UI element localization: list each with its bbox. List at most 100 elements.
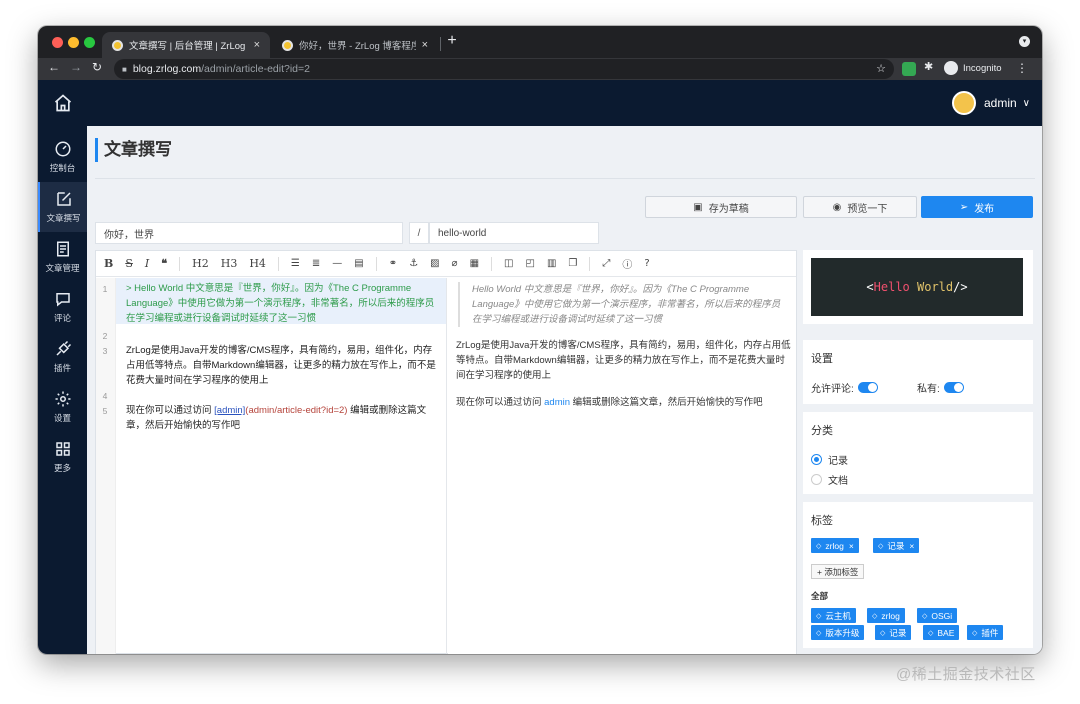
user-menu[interactable]: admin ∨: [951, 91, 1030, 115]
quote-button[interactable]: ❝: [161, 257, 167, 270]
tab-close-icon[interactable]: ×: [422, 39, 428, 51]
attachment-icon[interactable]: ⌀: [452, 258, 458, 269]
bold-button[interactable]: B: [104, 257, 113, 270]
line-number: 3: [102, 346, 108, 356]
category-title: 分类: [811, 425, 833, 437]
sidebar-item-write[interactable]: 文章撰写: [38, 182, 87, 232]
line-number: 4: [102, 391, 108, 401]
table-icon[interactable]: ▥: [547, 258, 556, 269]
available-tag[interactable]: ◇ 云主机: [811, 608, 856, 623]
selected-tag[interactable]: ◇ zrlog ×: [811, 538, 859, 553]
private-toggle[interactable]: [943, 382, 964, 393]
code-file-icon[interactable]: ◫: [504, 258, 513, 269]
sidebar-item-plugins[interactable]: 插件: [38, 332, 87, 382]
watermark: @稀土掘金技术社区: [896, 666, 1036, 683]
page-title: 文章撰写: [95, 138, 172, 162]
reload-icon[interactable]: ↻: [92, 60, 102, 74]
horizontal-rule-icon[interactable]: —: [332, 258, 342, 269]
anchor-icon[interactable]: ⚓: [409, 258, 418, 269]
sidebar-item-articles[interactable]: 文章管理: [38, 232, 87, 282]
remove-tag-icon[interactable]: ×: [849, 541, 854, 551]
preview-paragraph: 现在你可以通过访问 admin 编辑或删除这篇文章，然后开始愉快的写作吧: [456, 397, 763, 408]
publish-button[interactable]: ➢ 发布: [921, 196, 1033, 218]
browser-menu-icon[interactable]: ⋮: [1016, 61, 1028, 75]
home-icon: [54, 94, 71, 112]
forward-arrow-icon[interactable]: →: [70, 60, 82, 74]
puzzle-icon[interactable]: ✱: [924, 60, 933, 73]
browser-tab-active[interactable]: 文章撰写 | 后台管理 | ZrLog 博客 ×: [102, 32, 270, 58]
article-alias-input[interactable]: hello-world: [429, 222, 599, 244]
incognito-indicator[interactable]: Incognito: [944, 61, 1002, 75]
settings-card: 设置 允许评论: 私有:: [803, 340, 1033, 404]
sidebar-item-comments[interactable]: 评论: [38, 282, 87, 332]
h2-button[interactable]: H2: [192, 257, 209, 270]
h3-button[interactable]: H3: [221, 257, 238, 270]
radio-selected[interactable]: [811, 454, 822, 465]
tag-icon: ◇: [972, 629, 978, 637]
link-icon[interactable]: ⚭: [389, 258, 397, 269]
radio-unselected[interactable]: [811, 474, 822, 485]
browser-tab-inactive[interactable]: 你好，世界 - ZrLog 博客程序 - ×: [272, 32, 438, 58]
code-line-intro: ZrLog是使用Java开发的博客/CMS程序，具有简约，易用，组件化，内存占用…: [126, 345, 436, 386]
bookmark-star-icon[interactable]: ☆: [876, 62, 886, 75]
unordered-list-icon[interactable]: ☰: [291, 258, 300, 269]
article-thumbnail[interactable]: < Hello World/>: [811, 258, 1023, 316]
home-button[interactable]: [38, 80, 87, 126]
extension-icon[interactable]: [902, 62, 916, 76]
tab-close-icon[interactable]: ×: [254, 39, 260, 51]
category-option[interactable]: 记录: [811, 452, 848, 467]
remove-tag-icon[interactable]: ×: [909, 541, 914, 551]
sidebar-item-dashboard[interactable]: 控制台: [38, 132, 87, 182]
strikethrough-button[interactable]: S: [125, 257, 133, 270]
preformatted-icon[interactable]: ◰: [525, 258, 534, 269]
fullscreen-icon[interactable]: ⤢: [602, 258, 610, 269]
sidebar-item-settings[interactable]: 设置: [38, 382, 87, 432]
minimize-window-button[interactable]: [68, 37, 79, 48]
new-tab-button[interactable]: +: [444, 32, 460, 50]
italic-button[interactable]: I: [145, 257, 149, 270]
maximize-window-button[interactable]: [84, 37, 95, 48]
username: admin: [983, 96, 1017, 110]
back-arrow-icon[interactable]: ←: [48, 60, 60, 74]
ordered-list-icon[interactable]: ≣: [312, 258, 320, 269]
available-tag[interactable]: ◇ 版本升级: [811, 625, 865, 640]
comment-icon: [55, 293, 70, 307]
url-host: blog.zrlog.com: [132, 63, 202, 75]
preview-admin-link[interactable]: admin: [544, 397, 570, 408]
tag-icon: ◇: [872, 612, 878, 620]
line-number: 2: [102, 331, 108, 341]
category-option[interactable]: 文档: [811, 472, 848, 487]
close-window-button[interactable]: [52, 37, 63, 48]
eye-icon: ◉: [832, 201, 842, 213]
preview-button[interactable]: ◉ 预览一下: [803, 196, 917, 218]
browser-tab-bar: 文章撰写 | 后台管理 | ZrLog 博客 × 你好，世界 - ZrLog 博…: [38, 26, 1042, 58]
available-tag[interactable]: ◇ BAE: [923, 625, 960, 640]
save-draft-button[interactable]: ▣ 存为草稿: [645, 196, 797, 218]
info-icon[interactable]: ⓘ: [622, 256, 632, 271]
editor-source-pane[interactable]: 1 2 3 4 5 > Hello World 中文意思是『世界，你好』。因为《…: [96, 278, 447, 654]
edit-icon: [56, 192, 71, 206]
add-tag-button[interactable]: + 添加标签: [811, 564, 865, 579]
selected-tag[interactable]: ◇ 记录 ×: [873, 538, 920, 553]
image-icon[interactable]: ▨: [430, 258, 439, 269]
article-title-input[interactable]: 你好，世界: [95, 222, 403, 244]
allow-comment-toggle[interactable]: [857, 382, 878, 393]
available-tag[interactable]: ◇ zrlog: [867, 608, 905, 623]
address-bar[interactable]: ■ blog.zrlog.com/admin/article-edit?id=2…: [114, 59, 894, 79]
file-icon[interactable]: ▦: [470, 258, 479, 269]
copy-icon[interactable]: ❐: [568, 258, 577, 269]
toolbar-separator: [589, 256, 591, 271]
available-tag[interactable]: ◇ 插件: [967, 625, 1004, 640]
top-header: admin ∨: [87, 80, 1042, 126]
h4-button[interactable]: H4: [249, 257, 266, 270]
available-tag[interactable]: ◇ OSGi: [917, 608, 958, 623]
chevron-down-icon: ∨: [1022, 97, 1030, 109]
code-block-icon[interactable]: ▤: [354, 258, 363, 269]
sidebar-item-more[interactable]: 更多: [38, 432, 87, 482]
preview-blockquote: Hello World 中文意思是『世界，你好』。因为《The C Progra…: [458, 282, 788, 327]
incognito-icon: [944, 61, 958, 75]
url-path: /admin/article-edit?id=2: [201, 63, 310, 75]
help-icon[interactable]: ?: [644, 258, 649, 269]
tab-search-icon[interactable]: ▾: [1019, 36, 1030, 47]
available-tag[interactable]: ◇ 记录: [875, 625, 912, 640]
